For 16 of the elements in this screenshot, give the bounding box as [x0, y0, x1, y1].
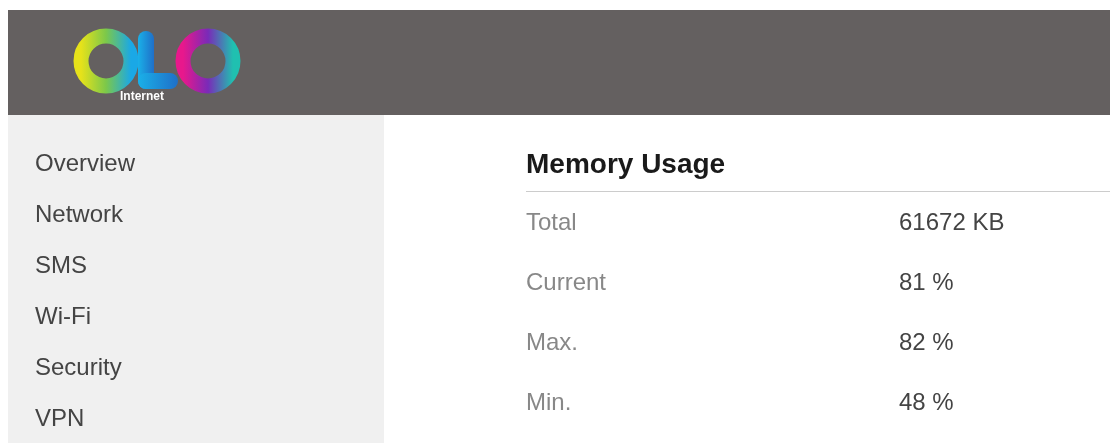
sidebar-link[interactable]: Wi-Fi: [35, 290, 91, 341]
row-label: Max.: [526, 327, 579, 357]
logo-caption: Internet: [120, 88, 165, 103]
row-value: 82 %: [899, 327, 954, 357]
sidebar-link[interactable]: SMS: [35, 239, 87, 290]
row-label: Current: [526, 267, 608, 297]
sidebar-link[interactable]: Network: [35, 188, 124, 239]
row-value: 81 %: [899, 267, 954, 297]
row-value: 61672 KB: [899, 207, 1005, 237]
section-title: Memory Usage: [526, 145, 1110, 192]
sidebar-link[interactable]: Security: [35, 341, 122, 392]
row-label: Total: [526, 207, 578, 237]
row-label: Min.: [526, 387, 573, 417]
sidebar-link[interactable]: Overview: [35, 137, 136, 188]
row-value: 48 %: [899, 387, 954, 417]
sidebar-link[interactable]: VPN: [35, 392, 85, 443]
